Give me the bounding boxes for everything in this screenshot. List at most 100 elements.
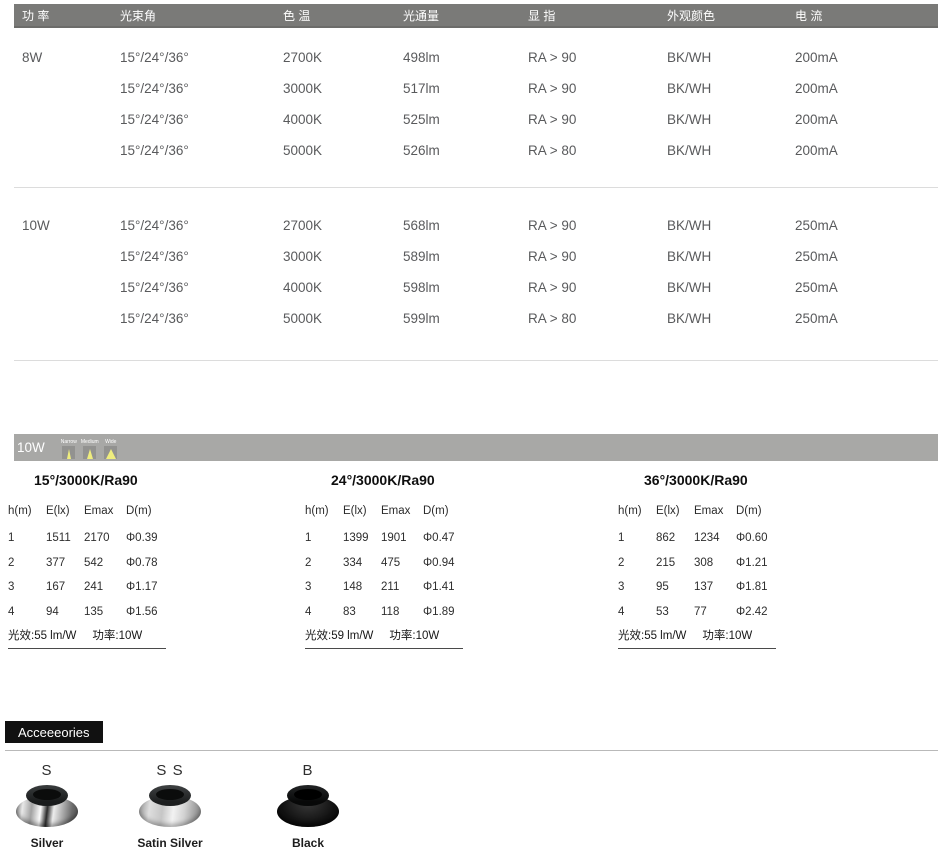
cct-cell: 2700K xyxy=(283,218,403,233)
pm-cell: Φ0.39 xyxy=(126,532,176,544)
col-header-power: 功 率 xyxy=(22,7,120,24)
accessory-code: S S xyxy=(122,761,218,781)
pm-rows: 1 1399 1901 Φ0.47 2 334 475 Φ0.94 3 148 … xyxy=(305,526,473,624)
pm-cell: 3 xyxy=(305,581,343,593)
flux-cell: 589lm xyxy=(403,249,528,264)
pm-efficacy: 光效:55 lm/W xyxy=(618,627,686,643)
table-row: 10W 15°/24°/36° 2700K 568lm RA > 90 BK/W… xyxy=(22,210,938,241)
pm-cell: 94 xyxy=(46,606,84,618)
pm-cell: 542 xyxy=(84,557,126,569)
flux-cell: 525lm xyxy=(403,112,528,127)
pm-cell: 211 xyxy=(381,581,423,593)
accessory-name: Satin Silver xyxy=(122,836,218,850)
flux-cell: 599lm xyxy=(403,311,528,326)
beam-triangle xyxy=(106,449,116,459)
pm-cell: 241 xyxy=(84,581,126,593)
cri-cell: RA > 90 xyxy=(528,218,667,233)
table-row: 2 334 475 Φ0.94 xyxy=(305,551,473,576)
accessories-section: Acceeeories S Silver S S Satin xyxy=(5,721,938,862)
pm-cell: 77 xyxy=(694,606,736,618)
pm-header-row: h(m) E(lx) Emax D(m) xyxy=(618,501,786,521)
pm-cell: 2 xyxy=(305,557,343,569)
beam-medium: Medium xyxy=(83,446,97,459)
pm-header-row: h(m) E(lx) Emax D(m) xyxy=(305,501,473,521)
table-row: 4 53 77 Φ2.42 xyxy=(618,600,786,625)
spec-group-10w: 10W 15°/24°/36° 2700K 568lm RA > 90 BK/W… xyxy=(22,210,938,334)
pm-cell: Φ0.60 xyxy=(736,532,786,544)
pm-rows: 1 862 1234 Φ0.60 2 215 308 Φ1.21 3 95 13… xyxy=(618,526,786,624)
reflector-ring-satin-silver-icon xyxy=(139,785,201,827)
beam-angle-cell: 15°/24°/36° xyxy=(120,50,283,65)
table-row: 15°/24°/36° 3000K 517lm RA > 90 BK/WH 20… xyxy=(22,73,938,104)
cri-cell: RA > 80 xyxy=(528,311,667,326)
pm-cell: 4 xyxy=(618,606,656,618)
pm-cell: Φ0.47 xyxy=(423,532,473,544)
flux-cell: 498lm xyxy=(403,50,528,65)
cri-cell: RA > 80 xyxy=(528,143,667,158)
pm-cell: 862 xyxy=(656,532,694,544)
beam-narrow: Narrow xyxy=(62,446,76,459)
pm-cell: Φ1.21 xyxy=(736,557,786,569)
pm-cell: 2 xyxy=(8,557,46,569)
photometric-table-24deg: 24°/3000K/Ra90 h(m) E(lx) Emax D(m) 1 13… xyxy=(305,472,473,649)
pm-cell: 1399 xyxy=(343,532,381,544)
pm-cell: 377 xyxy=(46,557,84,569)
table-row: 15°/24°/36° 4000K 525lm RA > 90 BK/WH 20… xyxy=(22,104,938,135)
pm-col-header: Emax xyxy=(694,505,736,517)
pm-cell: Φ1.89 xyxy=(423,606,473,618)
narrow-beam-icon xyxy=(62,446,75,459)
pm-cell: Φ1.41 xyxy=(423,581,473,593)
col-header-current: 电 流 xyxy=(795,7,938,24)
finish-cell: BK/WH xyxy=(667,112,795,127)
pm-col-header: h(m) xyxy=(618,505,656,517)
table-row: 15°/24°/36° 5000K 599lm RA > 80 BK/WH 25… xyxy=(22,303,938,334)
pm-power: 功率:10W xyxy=(389,627,439,643)
pm-cell: 3 xyxy=(618,581,656,593)
accessories-title-banner: Acceeeories xyxy=(5,721,103,743)
pm-rows: 1 1511 2170 Φ0.39 2 377 542 Φ0.78 3 167 … xyxy=(8,526,176,624)
beam-medium-label: Medium xyxy=(81,438,99,446)
accessory-black: B Black xyxy=(260,761,356,850)
pm-cell: 83 xyxy=(343,606,381,618)
table-row: 1 1511 2170 Φ0.39 xyxy=(8,526,176,551)
datasheet-page: 功 率 光束角 色 温 光通量 显 指 外观颜色 电 流 8W 15°/24°/… xyxy=(0,0,945,862)
table-row: 1 862 1234 Φ0.60 xyxy=(618,526,786,551)
pm-cell: 1 xyxy=(618,532,656,544)
pm-cell: 167 xyxy=(46,581,84,593)
pm-cell: 334 xyxy=(343,557,381,569)
table-row: 1 1399 1901 Φ0.47 xyxy=(305,526,473,551)
spec-table-body: 8W 15°/24°/36° 2700K 498lm RA > 90 BK/WH… xyxy=(14,42,938,361)
flux-cell: 526lm xyxy=(403,143,528,158)
pm-cell: 1901 xyxy=(381,532,423,544)
spec-table-header-row: 功 率 光束角 色 温 光通量 显 指 外观颜色 电 流 xyxy=(14,4,938,28)
pm-table-title: 15°/3000K/Ra90 xyxy=(34,472,176,488)
col-header-finish: 外观颜色 xyxy=(667,7,795,24)
power-cell: 10W xyxy=(22,218,120,233)
current-cell: 250mA xyxy=(795,280,938,295)
cri-cell: RA > 90 xyxy=(528,50,667,65)
beam-angle-cell: 15°/24°/36° xyxy=(120,249,283,264)
pm-table-title: 36°/3000K/Ra90 xyxy=(644,472,786,488)
table-row: 8W 15°/24°/36° 2700K 498lm RA > 90 BK/WH… xyxy=(22,42,938,73)
col-header-cct: 色 温 xyxy=(283,7,403,24)
photometric-band: 10W Narrow Medium Wide xyxy=(14,434,938,461)
pm-efficacy: 光效:55 lm/W xyxy=(8,627,76,643)
pm-cell: Φ1.81 xyxy=(736,581,786,593)
pm-cell: 2170 xyxy=(84,532,126,544)
current-cell: 250mA xyxy=(795,311,938,326)
beam-angle-cell: 15°/24°/36° xyxy=(120,218,283,233)
table-row: 2 215 308 Φ1.21 xyxy=(618,551,786,576)
pm-cell: 53 xyxy=(656,606,694,618)
pm-col-header: Emax xyxy=(381,505,423,517)
col-header-flux: 光通量 xyxy=(403,7,528,24)
pm-cell: 2 xyxy=(618,557,656,569)
beam-angle-cell: 15°/24°/36° xyxy=(120,143,283,158)
pm-cell: 4 xyxy=(305,606,343,618)
pm-col-header: E(lx) xyxy=(46,505,84,517)
beam-icon-group: Narrow Medium Wide xyxy=(62,434,118,461)
section-divider xyxy=(14,360,938,361)
current-cell: 250mA xyxy=(795,249,938,264)
pm-cell: 95 xyxy=(656,581,694,593)
table-row: 15°/24°/36° 5000K 526lm RA > 80 BK/WH 20… xyxy=(22,135,938,166)
reflector-ring-black-icon xyxy=(277,785,339,827)
